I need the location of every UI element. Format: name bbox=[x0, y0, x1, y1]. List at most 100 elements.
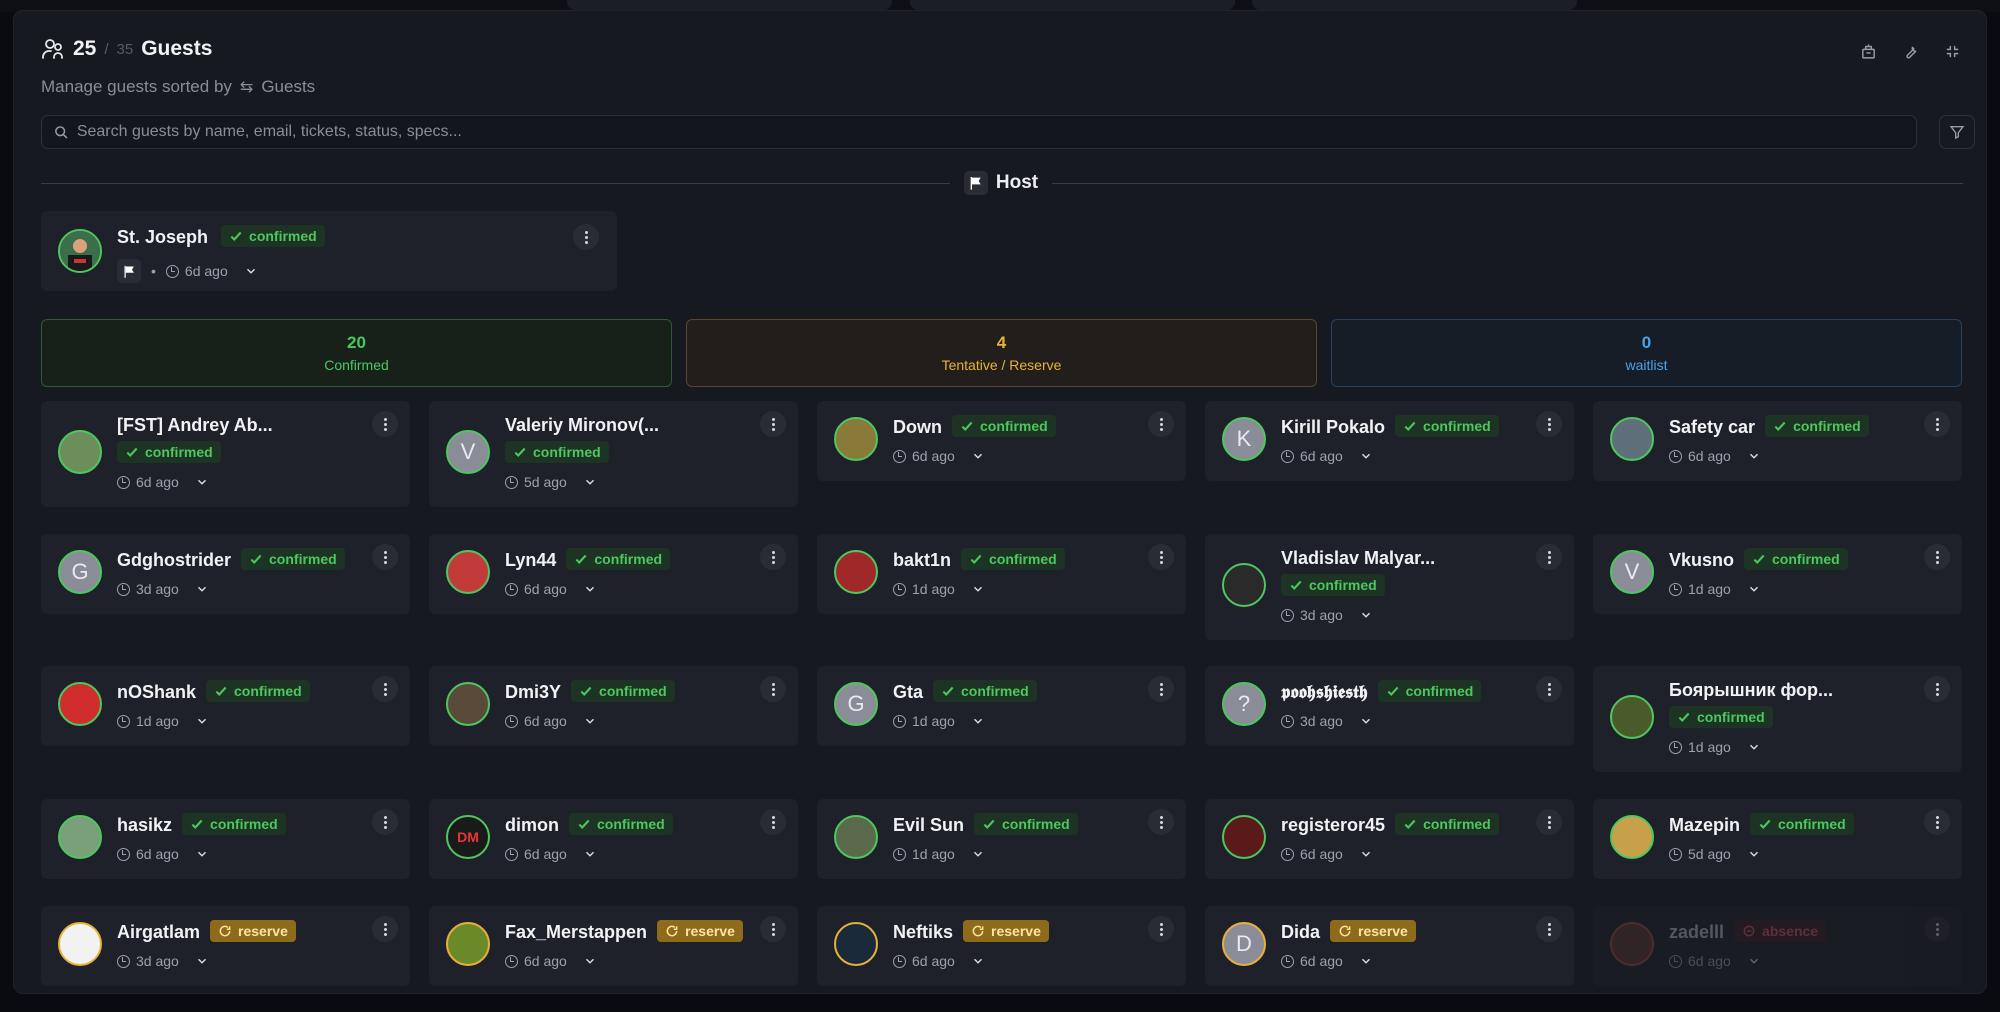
guest-name-row: Neftiks reserve bbox=[893, 920, 1049, 943]
filter-button[interactable] bbox=[1939, 115, 1975, 149]
chevron-down-icon[interactable] bbox=[1357, 952, 1375, 970]
more-options-button[interactable] bbox=[760, 676, 786, 702]
summary-waitlist[interactable]: 0 waitlist bbox=[1331, 319, 1962, 387]
chevron-down-icon[interactable] bbox=[969, 580, 987, 598]
chevron-down-icon[interactable] bbox=[242, 262, 260, 280]
chevron-down-icon[interactable] bbox=[1745, 738, 1763, 756]
guest-card[interactable]: K Kirill Pokalo confirmed 6d ago bbox=[1205, 401, 1574, 481]
more-options-button[interactable] bbox=[1536, 916, 1562, 942]
chevron-down-icon[interactable] bbox=[1745, 952, 1763, 970]
more-options-button[interactable] bbox=[1924, 676, 1950, 702]
more-options-button[interactable] bbox=[1148, 544, 1174, 570]
more-options-button[interactable] bbox=[372, 544, 398, 570]
chevron-down-icon[interactable] bbox=[581, 473, 599, 491]
sort-icon[interactable]: ⇆ bbox=[240, 77, 253, 97]
chevron-down-icon[interactable] bbox=[581, 712, 599, 730]
more-options-button[interactable] bbox=[760, 544, 786, 570]
chevron-down-icon[interactable] bbox=[193, 845, 211, 863]
chevron-down-icon[interactable] bbox=[193, 712, 211, 730]
more-options-button[interactable] bbox=[760, 916, 786, 942]
guest-card[interactable]: G Gta confirmed 1d ago bbox=[817, 666, 1186, 746]
clock-icon bbox=[1669, 740, 1682, 754]
guest-card[interactable]: [FST] Andrey Ab... confirmed 6d ago bbox=[41, 401, 410, 507]
more-options-button[interactable] bbox=[1148, 411, 1174, 437]
guest-card[interactable]: Airgatlam reserve 3d ago bbox=[41, 906, 410, 986]
chevron-down-icon[interactable] bbox=[193, 952, 211, 970]
guest-card[interactable]: zadelll absence 6d ago bbox=[1593, 906, 1962, 986]
guest-card[interactable]: ? 𝖕𝖔𝖔𝖍𝖘𝖍𝖎𝖊𝖘𝖙𝖍 confirmed 3d ago bbox=[1205, 666, 1574, 746]
more-options-button[interactable] bbox=[1924, 916, 1950, 942]
chevron-down-icon[interactable] bbox=[1357, 447, 1375, 465]
chevron-down-icon[interactable] bbox=[193, 580, 211, 598]
guest-card[interactable]: DM dimon confirmed 6d ago bbox=[429, 799, 798, 879]
guest-name: Lyn44 bbox=[505, 550, 557, 570]
guest-card[interactable]: registeror45 confirmed 6d ago bbox=[1205, 799, 1574, 879]
guest-card[interactable]: Neftiks reserve 6d ago bbox=[817, 906, 1186, 986]
more-options-button[interactable] bbox=[1536, 544, 1562, 570]
wrench-icon[interactable] bbox=[1900, 41, 1920, 61]
guest-card[interactable]: V Valeriy Mironov(... confirmed 5d ago bbox=[429, 401, 798, 507]
more-options-button[interactable] bbox=[1536, 411, 1562, 437]
summary-tentative[interactable]: 4 Tentative / Reserve bbox=[686, 319, 1317, 387]
chevron-down-icon[interactable] bbox=[969, 845, 987, 863]
guest-card[interactable]: Lyn44 confirmed 6d ago bbox=[429, 534, 798, 614]
guest-name: [FST] Andrey Ab... bbox=[117, 415, 273, 435]
guest-card[interactable]: Down confirmed 6d ago bbox=[817, 401, 1186, 481]
more-options-button[interactable] bbox=[1924, 544, 1950, 570]
guest-card[interactable]: Vladislav Malyar... confirmed 3d ago bbox=[1205, 534, 1574, 640]
guest-card[interactable]: G Gdghostrider confirmed 3d ago bbox=[41, 534, 410, 614]
more-options-button[interactable] bbox=[372, 676, 398, 702]
more-options-button[interactable] bbox=[1148, 916, 1174, 942]
more-options-button[interactable] bbox=[760, 411, 786, 437]
summary-confirmed[interactable]: 20 Confirmed bbox=[41, 319, 672, 387]
more-options-button[interactable] bbox=[372, 916, 398, 942]
more-options-button[interactable] bbox=[760, 809, 786, 835]
guest-card[interactable]: Evil Sun confirmed 1d ago bbox=[817, 799, 1186, 879]
more-options-button[interactable] bbox=[1536, 809, 1562, 835]
search-bar[interactable] bbox=[41, 115, 1917, 149]
guest-card[interactable]: nOShank confirmed 1d ago bbox=[41, 666, 410, 746]
status-badge: confirmed bbox=[1744, 548, 1848, 570]
chevron-down-icon[interactable] bbox=[581, 580, 599, 598]
kebab-icon bbox=[1159, 815, 1163, 830]
guest-card[interactable]: V Vkusno confirmed 1d ago bbox=[1593, 534, 1962, 614]
avatar: K bbox=[1222, 417, 1266, 461]
search-input[interactable] bbox=[76, 123, 1916, 141]
filter-icon bbox=[1949, 126, 1965, 140]
chevron-down-icon[interactable] bbox=[969, 712, 987, 730]
guest-card[interactable]: Safety car confirmed 6d ago bbox=[1593, 401, 1962, 481]
chevron-down-icon[interactable] bbox=[581, 845, 599, 863]
host-card[interactable]: St. Joseph confirmed • 6d ago bbox=[41, 211, 617, 291]
more-options-button[interactable] bbox=[1924, 411, 1950, 437]
more-options-button[interactable] bbox=[573, 224, 599, 250]
more-options-button[interactable] bbox=[1148, 676, 1174, 702]
sort-label[interactable]: Guests bbox=[261, 77, 315, 97]
chevron-down-icon[interactable] bbox=[1745, 580, 1763, 598]
chevron-down-icon[interactable] bbox=[969, 447, 987, 465]
collapse-icon[interactable] bbox=[1942, 41, 1962, 61]
guest-card[interactable]: Боярышник фор... confirmed 1d ago bbox=[1593, 666, 1962, 772]
more-options-button[interactable] bbox=[372, 411, 398, 437]
page-title: Guests bbox=[141, 37, 213, 60]
chevron-down-icon[interactable] bbox=[1357, 606, 1375, 624]
export-icon[interactable] bbox=[1858, 41, 1878, 61]
chevron-down-icon[interactable] bbox=[1745, 447, 1763, 465]
guest-card[interactable]: Dmi3Y confirmed 6d ago bbox=[429, 666, 798, 746]
guest-card[interactable]: Fax_Merstappen reserve 6d ago bbox=[429, 906, 798, 986]
chevron-down-icon[interactable] bbox=[1357, 712, 1375, 730]
chevron-down-icon[interactable] bbox=[969, 952, 987, 970]
more-options-button[interactable] bbox=[372, 809, 398, 835]
more-options-button[interactable] bbox=[1148, 809, 1174, 835]
guest-card[interactable]: bakt1n confirmed 1d ago bbox=[817, 534, 1186, 614]
guest-time: 5d ago bbox=[524, 474, 567, 490]
guest-meta: 6d ago bbox=[505, 952, 599, 970]
guest-card[interactable]: Mazepin confirmed 5d ago bbox=[1593, 799, 1962, 879]
chevron-down-icon[interactable] bbox=[193, 473, 211, 491]
guest-card[interactable]: D Dida reserve 6d ago bbox=[1205, 906, 1574, 986]
chevron-down-icon[interactable] bbox=[581, 952, 599, 970]
more-options-button[interactable] bbox=[1536, 676, 1562, 702]
chevron-down-icon[interactable] bbox=[1745, 845, 1763, 863]
chevron-down-icon[interactable] bbox=[1357, 845, 1375, 863]
guest-card[interactable]: hasikz confirmed 6d ago bbox=[41, 799, 410, 879]
more-options-button[interactable] bbox=[1924, 809, 1950, 835]
